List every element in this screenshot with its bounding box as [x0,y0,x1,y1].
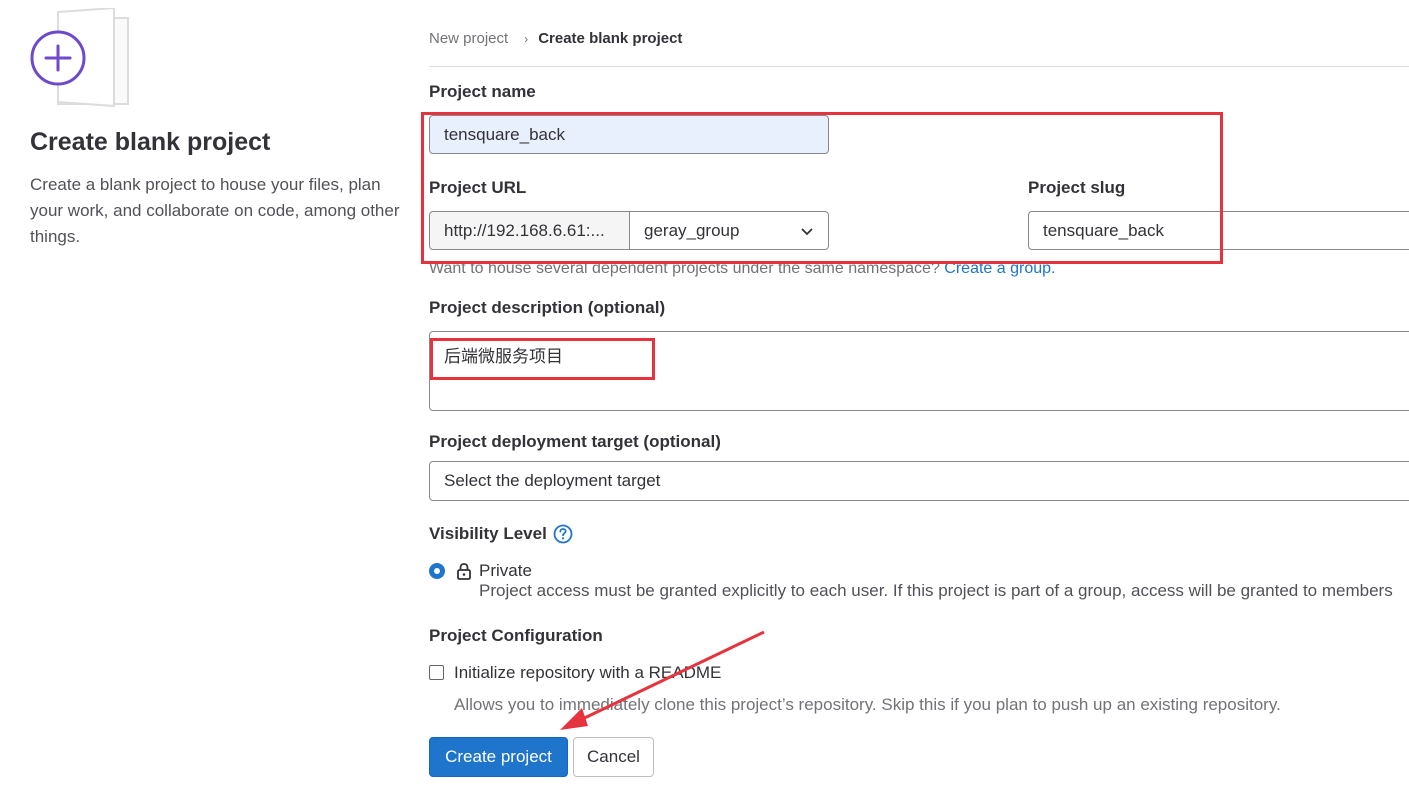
cancel-button[interactable]: Cancel [573,737,654,777]
breadcrumb-new-project[interactable]: New project [429,30,508,47]
project-name-label: Project name [429,82,536,101]
left-description: Create a blank project to house your fil… [30,175,400,246]
description-label: Project description (optional) [429,298,666,317]
annotation-box-description [430,338,655,380]
annotation-arrow-icon [560,630,765,730]
private-radio[interactable] [429,563,445,579]
breadcrumb-current: Create blank project [538,30,683,47]
divider [429,66,1409,67]
lock-icon [457,563,471,580]
breadcrumb: New project › Create blank project [429,30,682,47]
visibility-label: Visibility Level [429,524,547,543]
left-title: Create blank project [30,128,271,156]
readme-checkbox[interactable] [429,665,444,680]
private-description: Project access must be granted explicitl… [479,581,1393,600]
breadcrumb-separator-icon: › [524,31,529,46]
deployment-target-select[interactable]: Select the deployment target [429,461,1409,501]
private-label: Private [479,561,532,580]
annotation-box-name-url [421,112,1223,264]
visibility-level: Visibility Level [429,524,573,544]
plus-circle-icon [30,6,129,108]
blank-project-illustration [28,6,132,108]
deployment-label: Project deployment target (optional) [429,432,721,451]
question-icon[interactable] [553,524,573,544]
create-project-button[interactable]: Create project [429,737,568,777]
deployment-placeholder: Select the deployment target [444,471,661,490]
